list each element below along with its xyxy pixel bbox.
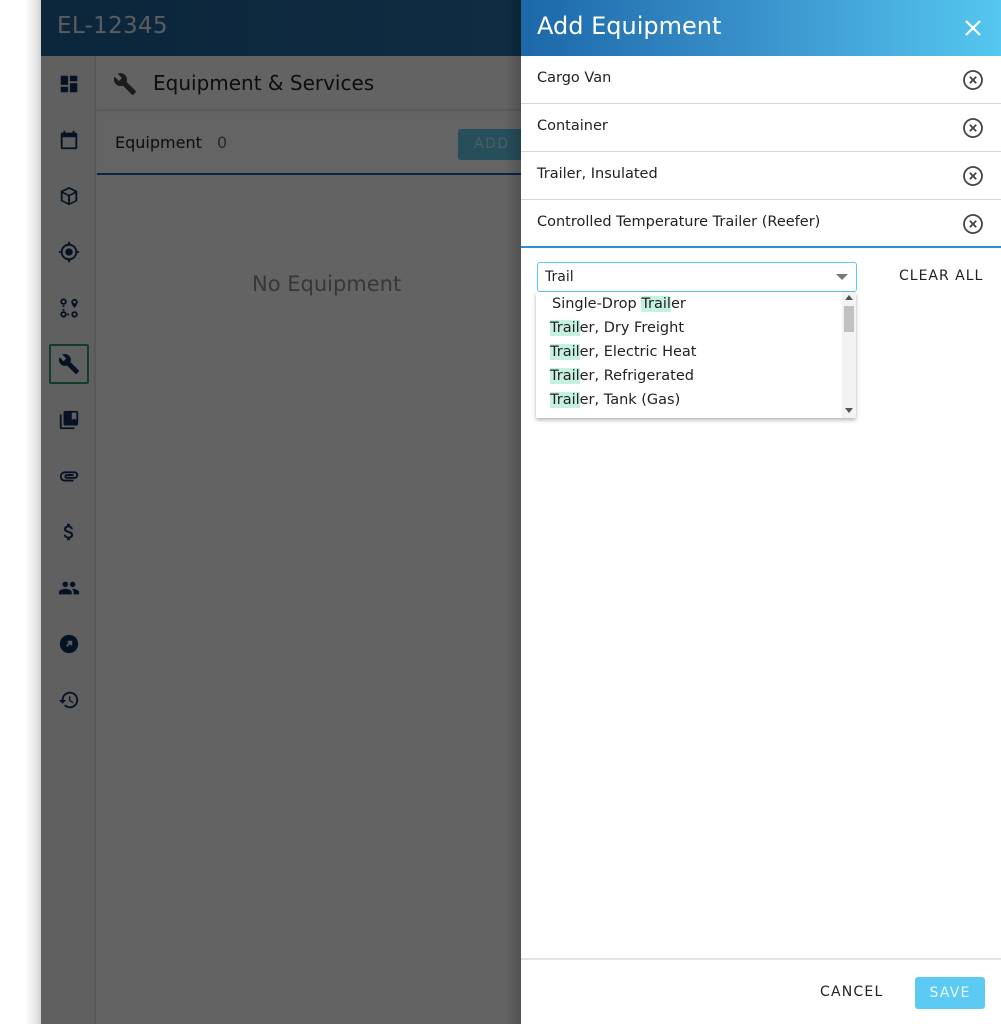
close-icon — [965, 20, 981, 36]
clear-all-button[interactable]: CLEAR ALL — [899, 268, 983, 284]
remove-item-button[interactable] — [961, 116, 985, 140]
selected-item-label: Container — [537, 118, 608, 134]
modal-backdrop[interactable] — [41, 0, 521, 1024]
selected-item: Cargo Van — [521, 56, 1001, 104]
option-text-after: er, Dry Freight — [579, 320, 685, 336]
dropdown-option[interactable]: Trailer, Dry Freight — [550, 320, 684, 344]
option-match-highlight: Trail — [641, 296, 671, 312]
page-margin — [0, 0, 41, 1024]
remove-circle-icon — [963, 214, 983, 234]
selected-item-label: Controlled Temperature Trailer (Reefer) — [537, 214, 821, 230]
remove-item-button[interactable] — [961, 68, 985, 92]
dropdown-scrollbar[interactable] — [842, 292, 856, 418]
scrollbar-thumb[interactable] — [844, 306, 854, 332]
option-text-after: er, Tank (Gas) — [579, 392, 681, 408]
equipment-options-dropdown: Single-Drop Trailer Trailer, Dry Freight… — [536, 292, 856, 418]
dropdown-option[interactable]: Trailer, Electric Heat — [550, 344, 696, 368]
remove-item-button[interactable] — [961, 212, 985, 236]
scroll-down-arrow-icon[interactable] — [845, 408, 853, 413]
selected-item-label: Trailer, Insulated — [537, 166, 658, 182]
selected-equipment-list: Cargo Van Container Trailer, Insulated C… — [521, 56, 1001, 248]
dropdown-option[interactable]: Trailer, Refrigerated — [550, 368, 694, 392]
option-text-before: Single-Drop — [552, 296, 642, 312]
cancel-button[interactable]: CANCEL — [820, 984, 883, 1000]
option-text-after: er, Electric Heat — [579, 344, 697, 360]
save-button[interactable]: SAVE — [915, 977, 985, 1009]
close-panel-button[interactable] — [961, 16, 985, 40]
panel-footer: CANCEL SAVE — [521, 958, 1001, 1024]
panel-shadow — [505, 0, 521, 1024]
dropdown-option[interactable]: Trailer, Tank (Gas) — [550, 392, 680, 416]
panel-title: Add Equipment — [537, 12, 722, 40]
option-match-highlight: Trail — [550, 320, 580, 336]
selected-item: Controlled Temperature Trailer (Reefer) — [521, 200, 1001, 248]
dropdown-arrow-icon[interactable] — [836, 274, 848, 280]
add-equipment-panel: Add Equipment Cargo Van Container Traile… — [521, 0, 1001, 1024]
panel-header: Add Equipment — [521, 0, 1001, 56]
equipment-search-combobox[interactable] — [537, 262, 857, 292]
selected-item: Container — [521, 104, 1001, 152]
remove-item-button[interactable] — [961, 164, 985, 188]
equipment-search-input[interactable] — [545, 267, 825, 287]
selected-item-label: Cargo Van — [537, 70, 612, 86]
remove-circle-icon — [963, 118, 983, 138]
option-match-highlight: Trail — [550, 368, 580, 384]
option-text-after: er, Refrigerated — [579, 368, 694, 384]
option-match-highlight: Trail — [550, 344, 580, 360]
selected-item: Trailer, Insulated — [521, 152, 1001, 200]
option-match-highlight: Trail — [550, 392, 580, 408]
scroll-up-arrow-icon[interactable] — [845, 295, 853, 300]
dropdown-option[interactable]: Single-Drop Trailer — [552, 296, 686, 320]
remove-circle-icon — [963, 70, 983, 90]
option-text-after: er — [670, 296, 686, 312]
remove-circle-icon — [963, 166, 983, 186]
